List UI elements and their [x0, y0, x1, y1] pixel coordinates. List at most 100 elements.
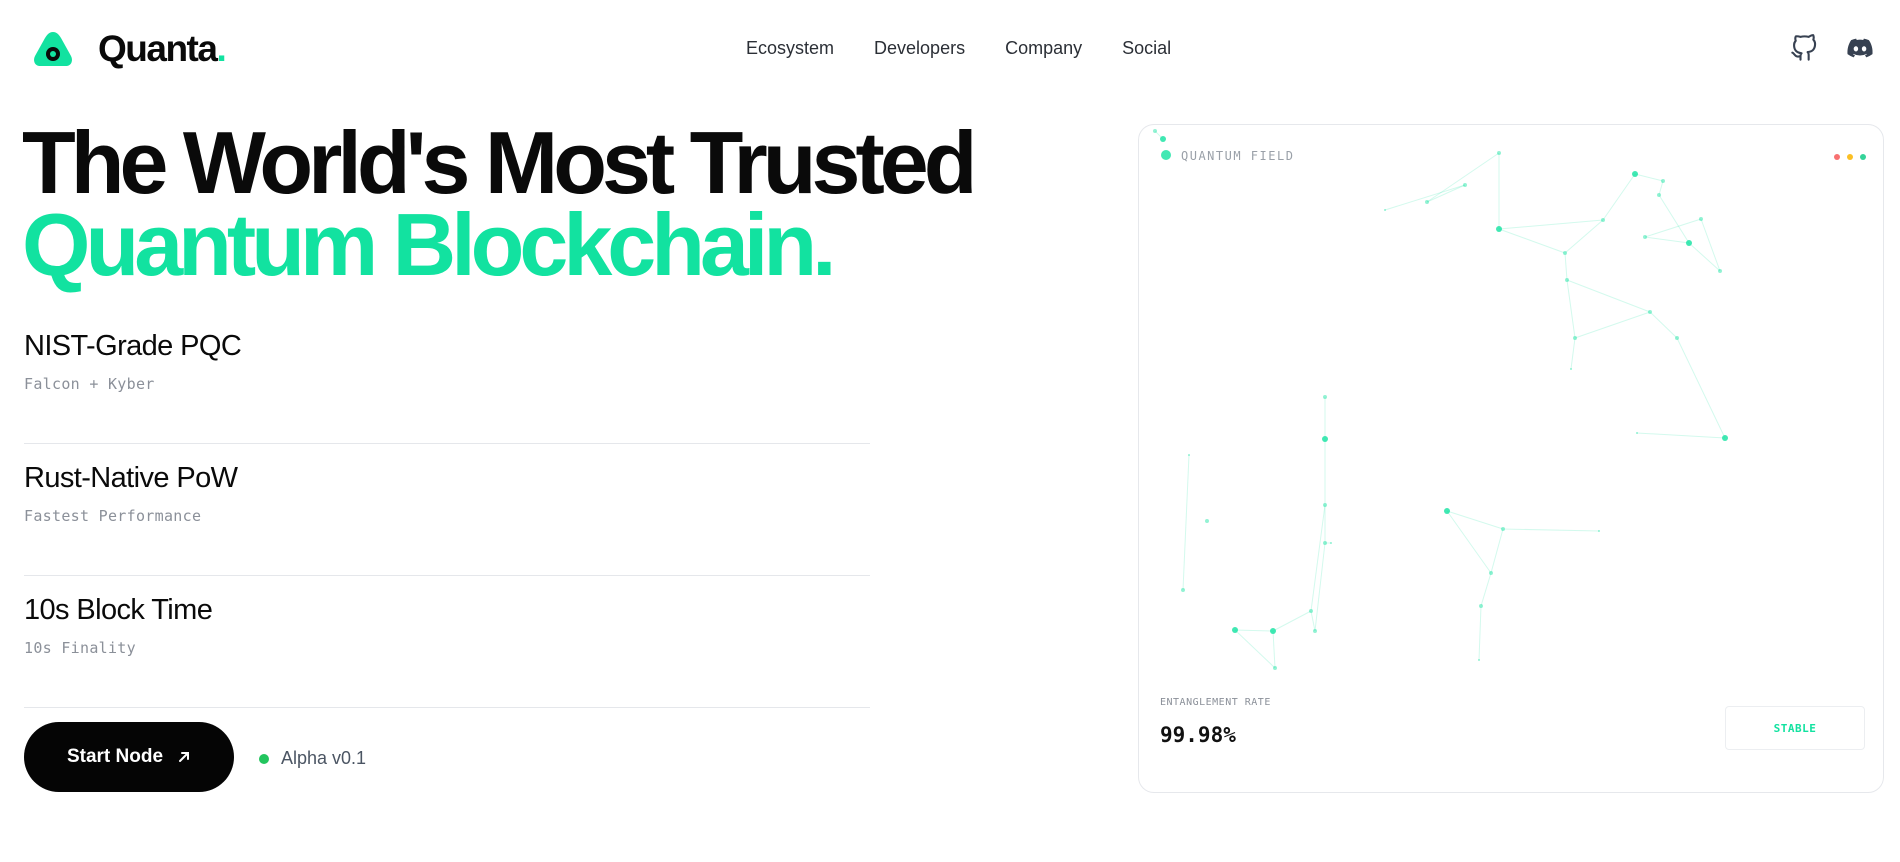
network-edge — [1446, 510, 1504, 530]
version-status: Alpha v0.1 — [259, 748, 366, 769]
nav-link-social[interactable]: Social — [1122, 38, 1171, 59]
network-node — [1232, 627, 1238, 633]
network-node — [1501, 527, 1505, 531]
network-node — [1425, 200, 1429, 204]
network-edge — [1384, 184, 1466, 211]
network-edge — [1564, 219, 1604, 254]
nav-link-ecosystem[interactable]: Ecosystem — [746, 38, 834, 59]
network-node — [1323, 395, 1327, 399]
network-node — [1478, 659, 1480, 661]
top-nav: Quanta. Ecosystem Developers Company Soc… — [0, 0, 1900, 100]
hero-title-line-2: Quantum Blockchain. — [22, 195, 837, 294]
network-edge — [1310, 610, 1316, 632]
feature-list: NIST-Grade PQC Falcon + Kyber Rust-Nativ… — [24, 312, 870, 708]
network-node — [1718, 269, 1722, 273]
network-node — [1632, 171, 1638, 177]
feature-subtitle: 10s Finality — [24, 639, 136, 657]
network-edge — [1566, 279, 1651, 313]
network-node — [1497, 151, 1501, 155]
network-edge — [1446, 510, 1492, 574]
start-node-button[interactable]: Start Node — [24, 722, 234, 792]
network-node — [1160, 136, 1166, 142]
network-edge — [1314, 542, 1326, 632]
network-node — [1479, 604, 1483, 608]
network-edge — [1658, 180, 1664, 196]
nav-link-developers[interactable]: Developers — [874, 38, 965, 59]
network-edge — [1182, 454, 1190, 591]
window-dot-yellow — [1847, 154, 1853, 160]
network-node — [1722, 435, 1728, 441]
card-title: QUANTUM FIELD — [1181, 149, 1295, 163]
network-edge — [1700, 218, 1721, 272]
network-edge — [1644, 236, 1690, 244]
network-node — [1565, 278, 1569, 282]
network-edge — [1658, 194, 1690, 244]
network-edge — [1502, 528, 1600, 532]
network-edge — [1564, 252, 1568, 281]
network-node — [1273, 666, 1277, 670]
network-node — [1270, 628, 1276, 634]
network-node — [1496, 226, 1502, 232]
feature-title: NIST-Grade PQC — [24, 330, 242, 362]
network-node — [1153, 129, 1157, 133]
hero-title-line-1: The World's Most Trusted — [22, 113, 977, 212]
network-node — [1573, 336, 1577, 340]
network-edge — [1498, 228, 1566, 254]
network-node — [1648, 310, 1652, 314]
network-edge — [1234, 629, 1276, 669]
entanglement-rate-label: ENTANGLEMENT RATE — [1160, 697, 1271, 708]
live-indicator-dot — [1161, 150, 1171, 160]
network-node — [1489, 571, 1493, 575]
feature-item-pow: Rust-Native PoW Fastest Performance — [24, 444, 870, 576]
feature-title: 10s Block Time — [24, 594, 213, 626]
network-node — [1330, 542, 1332, 544]
network-edge — [1234, 629, 1274, 632]
network-node — [1601, 218, 1605, 222]
brand-logo[interactable]: Quanta. — [32, 28, 227, 70]
version-label: Alpha v0.1 — [281, 748, 367, 768]
arrow-up-right-icon — [179, 752, 190, 762]
network-node — [1661, 179, 1665, 183]
network-graph — [1153, 129, 1728, 670]
feature-item-block-time: 10s Block Time 10s Finality — [24, 576, 870, 708]
discord-icon[interactable] — [1846, 34, 1874, 62]
github-icon[interactable] — [1790, 34, 1818, 62]
network-node — [1570, 368, 1572, 370]
network-edge — [1636, 432, 1726, 439]
network-node — [1563, 251, 1567, 255]
nav-link-company[interactable]: Company — [1005, 38, 1082, 59]
network-node — [1657, 193, 1661, 197]
status-dot — [259, 753, 269, 764]
network-edge — [1426, 152, 1500, 203]
network-node — [1463, 183, 1467, 187]
network-node — [1643, 235, 1647, 239]
network-edge — [1478, 605, 1482, 661]
network-edge — [1490, 528, 1504, 574]
network-edge — [1602, 173, 1636, 221]
quanta-logo-icon — [34, 32, 72, 66]
start-node-label: Start Node — [66, 746, 164, 767]
network-node — [1205, 519, 1209, 523]
network-edge — [1272, 610, 1312, 632]
network-node — [1384, 209, 1386, 211]
network-edge — [1570, 337, 1576, 370]
network-node — [1444, 508, 1450, 514]
window-dot-green — [1860, 154, 1866, 160]
network-node — [1598, 530, 1600, 532]
network-node — [1323, 503, 1327, 507]
main-nav: Ecosystem Developers Company Social — [746, 38, 1171, 59]
brand-name: Quanta. — [98, 28, 227, 69]
status-badge: STABLE — [1725, 706, 1865, 750]
entanglement-rate-value: 99.98% — [1160, 723, 1236, 747]
network-node — [1313, 629, 1317, 633]
network-edge — [1498, 219, 1604, 230]
network-edge — [1426, 184, 1466, 203]
network-edge — [1634, 173, 1664, 182]
network-edge — [1649, 311, 1678, 339]
network-edge — [1644, 218, 1702, 238]
network-node — [1323, 541, 1327, 545]
network-node — [1322, 436, 1328, 442]
feature-title: Rust-Native PoW — [24, 462, 238, 494]
network-node — [1675, 336, 1679, 340]
hero-title: The World's Most Trusted Quantum Blockch… — [22, 113, 977, 294]
